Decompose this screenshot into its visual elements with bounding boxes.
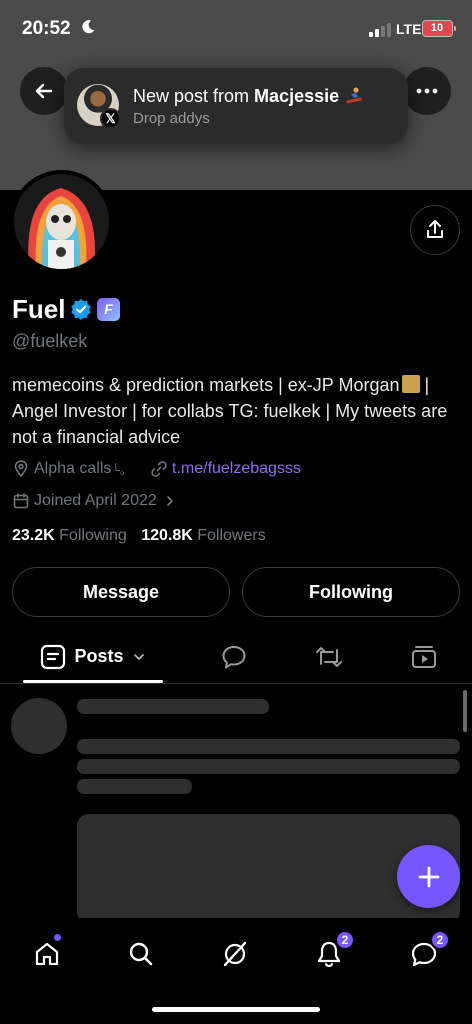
website-text[interactable]: t.me/fuelzebagsss (172, 460, 301, 478)
status-bar: 20:52 LTE 10 (0, 0, 472, 58)
more-options-button[interactable] (403, 67, 451, 115)
battery-icon: 10 (422, 20, 456, 37)
reposts-icon (316, 646, 342, 667)
home-indicator[interactable] (152, 1007, 320, 1012)
more-icon (416, 88, 438, 94)
nav-search[interactable] (119, 932, 163, 976)
location-suffix: └。 (111, 462, 132, 477)
profile-tabs: Posts (0, 630, 472, 684)
grok-icon (223, 941, 247, 967)
calendar-icon (13, 493, 29, 509)
network-label: LTE (396, 21, 422, 37)
profile-joined[interactable]: Joined April 2022 (12, 490, 181, 512)
following-label: Following (59, 527, 127, 544)
notifications-badge: 2 (335, 930, 355, 950)
snowboarder-emoji-icon (346, 87, 363, 104)
nav-grok[interactable] (213, 932, 257, 976)
message-button[interactable]: Message (12, 567, 230, 617)
x-logo-icon: 𝕏 (100, 108, 121, 129)
nav-home[interactable] (25, 932, 69, 976)
follow-stats: 23.2K Following 120.8K Followers (12, 527, 266, 545)
skeleton-line (77, 759, 460, 774)
skeleton-line (77, 699, 269, 714)
profile-bio: memecoins & prediction markets | ex-JP M… (12, 372, 460, 450)
bio-text-start: memecoins & prediction markets | ex-JP M… (12, 375, 400, 395)
plus-icon (418, 866, 439, 887)
profile-location: Alpha calls └。 (12, 458, 132, 480)
new-post-notification[interactable]: 𝕏 New post from Macjessie Drop addys (64, 68, 408, 144)
tab-posts-label: Posts (74, 646, 124, 666)
share-profile-button[interactable] (410, 205, 460, 255)
verified-badge-icon (71, 299, 91, 320)
followers-stat[interactable]: 120.8K Followers (141, 527, 266, 544)
avatar-image (14, 174, 109, 269)
chevron-right-icon (166, 496, 173, 506)
active-tab-indicator (23, 680, 163, 683)
following-stat[interactable]: 23.2K Following (12, 527, 127, 544)
posts-icon (41, 644, 66, 669)
following-button[interactable]: Following (242, 567, 460, 617)
joined-text: Joined April 2022 (34, 492, 157, 509)
back-arrow-icon (35, 83, 53, 99)
tab-media[interactable] (400, 630, 448, 683)
skeleton-avatar (11, 698, 67, 754)
compose-post-button[interactable] (397, 845, 460, 908)
skeleton-line (77, 739, 460, 754)
profile-handle: @fuelkek (12, 331, 88, 351)
affiliate-badge-icon[interactable]: F (97, 298, 120, 321)
messages-badge: 2 (430, 930, 450, 950)
notification-title: New post from Macjessie (133, 86, 364, 107)
notification-title-prefix: New post from (133, 86, 255, 106)
following-count: 23.2K (12, 527, 55, 544)
tab-reposts[interactable] (305, 630, 353, 683)
chevron-down-icon (133, 653, 144, 660)
media-icon (412, 645, 436, 668)
profile-website-link[interactable]: t.me/fuelzebagsss (150, 458, 301, 480)
profile-display-name: Fuel (12, 294, 66, 324)
bank-emoji-icon (401, 375, 420, 393)
scrollbar[interactable] (463, 690, 467, 732)
following-button-label: Following (309, 581, 393, 602)
home-unread-dot (54, 934, 61, 941)
skeleton-line (77, 779, 192, 794)
link-icon (151, 461, 167, 477)
message-button-label: Message (82, 581, 160, 602)
back-button[interactable] (20, 67, 68, 115)
signal-icon (369, 23, 391, 37)
tab-posts[interactable]: Posts (23, 630, 163, 683)
followers-label: Followers (197, 527, 266, 544)
nav-notifications[interactable]: 2 (307, 930, 355, 976)
battery-tip (454, 26, 456, 31)
replies-icon (222, 645, 246, 668)
share-icon (427, 220, 443, 238)
profile-avatar[interactable] (10, 170, 113, 273)
location-text: Alpha calls (34, 460, 112, 477)
moon-icon (82, 20, 95, 34)
status-time: 20:52 (22, 18, 71, 39)
search-icon (129, 942, 153, 966)
location-pin-icon (14, 460, 28, 478)
notification-subtitle: Drop addys (133, 110, 210, 127)
tab-replies[interactable] (210, 630, 258, 683)
home-icon (35, 942, 59, 966)
nav-messages[interactable]: 2 (402, 930, 450, 976)
notification-author: Macjessie (254, 86, 340, 106)
battery-level: 10 (430, 22, 444, 34)
followers-count: 120.8K (141, 527, 193, 544)
